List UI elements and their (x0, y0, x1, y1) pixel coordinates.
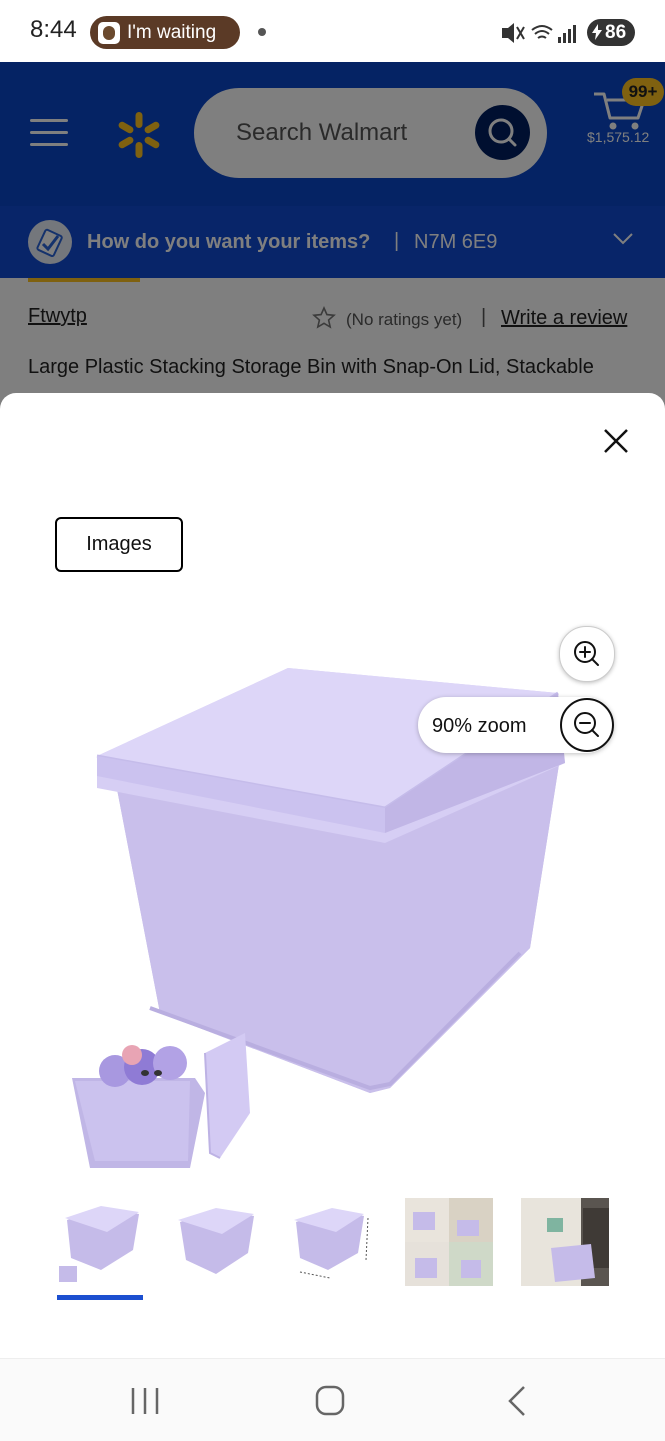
notification-text: I'm waiting (127, 22, 217, 43)
notification-pill[interactable]: I'm waiting (90, 16, 240, 49)
zoom-level-pill: 90% zoom (418, 697, 614, 753)
modal-backdrop[interactable] (0, 62, 665, 418)
signal-icons (502, 23, 576, 43)
thumbnail-4[interactable] (405, 1198, 493, 1286)
notification-avatar-icon (98, 22, 120, 44)
charging-icon (592, 24, 602, 40)
close-icon[interactable] (600, 425, 632, 457)
status-bar: 8:44 I'm waiting 86 (0, 0, 665, 62)
system-nav-bar (0, 1358, 665, 1441)
back-icon[interactable] (498, 1383, 538, 1419)
battery-level: 86 (605, 22, 627, 43)
zoom-in-icon (574, 641, 599, 666)
zoom-in-button[interactable] (559, 626, 615, 682)
thumbnail-3[interactable] (288, 1198, 376, 1286)
notification-dot-icon (258, 28, 266, 36)
selected-thumbnail-indicator (57, 1295, 143, 1300)
zoom-out-button[interactable] (560, 698, 614, 752)
image-viewer-modal: Images 90% zoom (0, 393, 665, 1358)
recent-apps-icon[interactable] (125, 1383, 165, 1419)
images-tab[interactable]: Images (55, 517, 183, 572)
home-icon[interactable] (310, 1383, 350, 1419)
thumbnail-5[interactable] (521, 1198, 609, 1286)
zoom-out-icon (574, 712, 599, 737)
status-time: 8:44 (30, 16, 77, 43)
thumbnail-strip (0, 1198, 665, 1308)
thumbnail-2[interactable] (172, 1198, 260, 1286)
thumbnail-1[interactable] (57, 1198, 145, 1286)
battery-indicator: 86 (587, 19, 635, 46)
zoom-level-text: 90% zoom (432, 715, 527, 737)
